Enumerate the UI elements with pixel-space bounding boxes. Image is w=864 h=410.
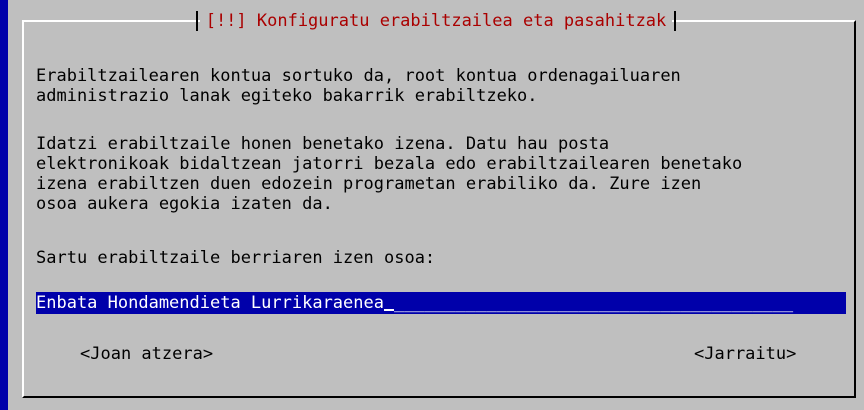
dialog-title-bar: [!!] Konfiguratu erabiltzailea eta pasah… [8, 8, 864, 34]
fullname-prompt: Sartu erabiltzaile berriaren izen osoa: [36, 248, 436, 268]
input-fill: _______________________________________ [394, 293, 794, 313]
back-button[interactable]: <Joan atzera> [80, 343, 213, 365]
installer-screen: [!!] Konfiguratu erabiltzailea eta pasah… [0, 0, 864, 410]
text-cursor [384, 309, 394, 311]
dialog-title: [!!] Konfiguratu erabiltzailea eta pasah… [195, 8, 676, 34]
config-dialog: [!!] Konfiguratu erabiltzailea eta pasah… [8, 0, 864, 410]
fullname-input[interactable]: Enbata Hondamendieta Lurrikaraenea ______… [36, 292, 846, 314]
continue-button[interactable]: <Jarraitu> [694, 343, 796, 365]
details-text: Idatzi erabiltzaile honen benetako izena… [36, 134, 743, 214]
fullname-value: Enbata Hondamendieta Lurrikaraenea [36, 293, 384, 313]
intro-text: Erabiltzailearen kontua sortuko da, root… [36, 66, 681, 106]
